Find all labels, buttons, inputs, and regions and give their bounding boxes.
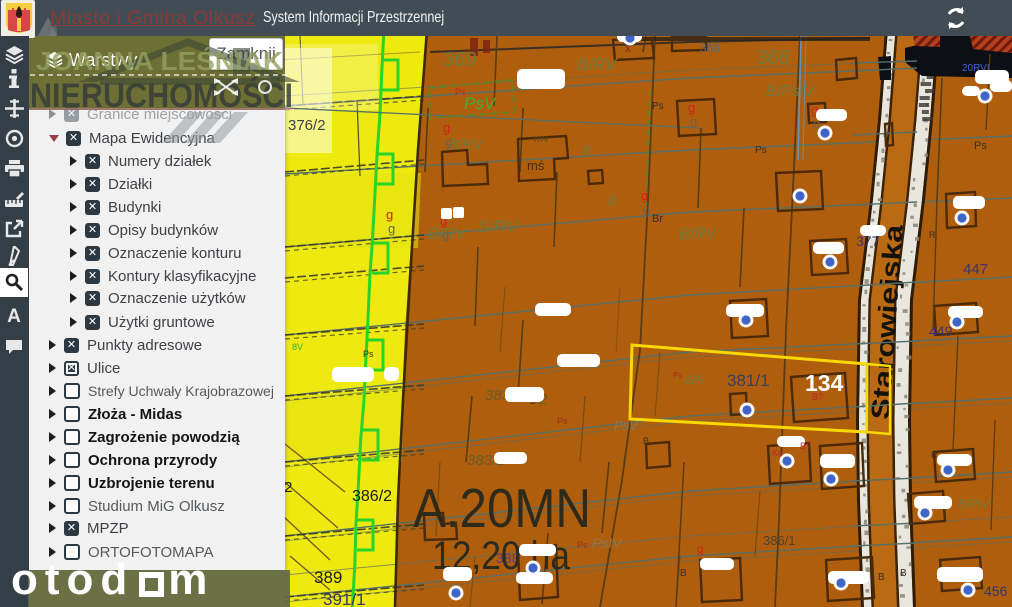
svg-text:368: 368 — [700, 41, 720, 55]
svg-text:389: 389 — [314, 568, 342, 587]
svg-text:g: g — [643, 202, 650, 217]
svg-text:391/1: 391/1 — [323, 590, 366, 607]
svg-text:PsIV: PsIV — [592, 535, 623, 551]
svg-text:g: g — [443, 120, 450, 135]
svg-text:g: g — [641, 188, 648, 203]
svg-text:447: 447 — [963, 261, 988, 278]
svg-text:Ps: Ps — [673, 371, 682, 380]
svg-text:Ps: Ps — [974, 140, 987, 152]
svg-text:B?: B? — [800, 441, 811, 451]
svg-text:g: g — [690, 114, 697, 129]
svg-text:Ps: Ps — [557, 416, 568, 426]
svg-text:PsV: PsV — [614, 418, 639, 433]
svg-text:R: R — [931, 450, 938, 460]
svg-text:376/2: 376/2 — [288, 117, 326, 134]
svg-text:Kp: Kp — [772, 448, 783, 458]
svg-text:B/RV: B/RV — [679, 226, 717, 243]
svg-text:Ps: Ps — [755, 145, 767, 156]
svg-text:369: 369 — [443, 49, 476, 71]
svg-text:g: g — [445, 134, 452, 149]
svg-text:Ps: Ps — [652, 101, 664, 112]
svg-text:g: g — [442, 227, 449, 242]
svg-text:Ps: Ps — [577, 540, 588, 550]
svg-text:B: B — [900, 568, 907, 579]
svg-text:386/1: 386/1 — [763, 533, 796, 548]
svg-text:g: g — [688, 100, 695, 115]
svg-text:B: B — [680, 568, 687, 579]
svg-text:Ps: Ps — [455, 87, 466, 97]
svg-text:mч: mч — [534, 134, 548, 145]
svg-text:8V: 8V — [292, 342, 303, 352]
svg-text:Br: Br — [652, 213, 663, 225]
svg-text:B: B — [608, 192, 617, 208]
svg-text:B/RIV: B/RIV — [958, 497, 990, 511]
svg-text:mś: mś — [527, 158, 545, 173]
svg-text:B: B — [643, 436, 649, 446]
svg-text:456: 456 — [984, 583, 1008, 599]
svg-text:449: 449 — [929, 323, 953, 339]
svg-text:B/RV: B/RV — [448, 136, 485, 153]
svg-text:381/1: 381/1 — [727, 371, 770, 390]
svg-text:R: R — [929, 230, 936, 240]
svg-text:B/PsIV: B/PsIV — [766, 83, 816, 100]
svg-text:B: B — [878, 572, 885, 583]
svg-text:386/2: 386/2 — [352, 488, 392, 505]
svg-text:B/P: B/P — [685, 373, 704, 387]
svg-text:g: g — [697, 542, 704, 556]
svg-text:368: 368 — [756, 47, 789, 69]
svg-text:g: g — [386, 207, 393, 222]
svg-text:B: B — [583, 143, 591, 157]
svg-text:PsV: PsV — [464, 94, 497, 113]
svg-text:B/RV: B/RV — [577, 55, 618, 74]
svg-text:134: 134 — [805, 370, 844, 396]
svg-text:Ps: Ps — [363, 349, 374, 359]
svg-text:A.20MN: A.20MN — [413, 477, 591, 539]
svg-text:S/RV: S/RV — [478, 217, 519, 236]
svg-text:g: g — [388, 221, 395, 236]
